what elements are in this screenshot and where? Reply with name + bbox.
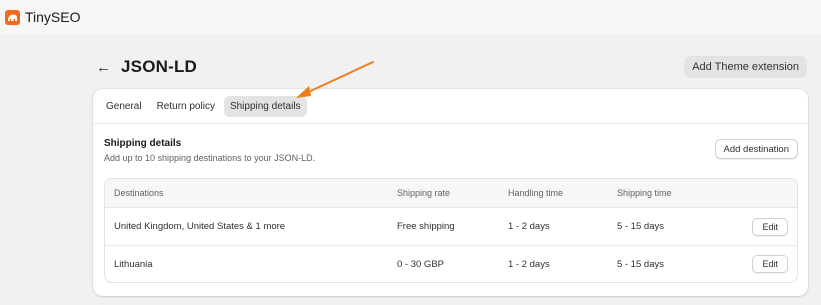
section-title: Shipping details [104, 138, 182, 149]
header-shipping-rate: Shipping rate [397, 188, 451, 198]
destination-cell: United Kingdom, United States & 1 more [114, 221, 286, 232]
tab-bar: General Return policy Shipping details [93, 89, 808, 124]
destinations-table: Destinations Shipping rate Handling time… [104, 178, 798, 283]
shipping-rate-cell: Free shipping [397, 221, 455, 232]
page-title: JSON-LD [121, 57, 198, 76]
tab-return-policy[interactable]: Return policy [151, 96, 221, 117]
arrow-left-icon[interactable]: ← [96, 60, 111, 75]
shipping-time-cell: 5 - 15 days [617, 258, 664, 270]
destination-cell: Lithuania [114, 258, 153, 270]
table-header-row: Destinations Shipping rate Handling time… [105, 179, 797, 208]
page-header: ← JSON-LD Add Theme extension [96, 56, 807, 78]
tinyseo-logo-icon [5, 9, 20, 25]
shipping-time-cell: 5 - 15 days [617, 221, 664, 232]
table-row: Lithuania 0 - 30 GBP 1 - 2 days 5 - 15 d… [105, 245, 797, 282]
tab-general[interactable]: General [100, 96, 148, 117]
edit-button[interactable]: Edit [752, 217, 788, 236]
header-shipping-time: Shipping time [617, 188, 672, 198]
handling-time-cell: 1 - 2 days [508, 221, 550, 232]
edit-button[interactable]: Edit [752, 255, 788, 273]
section-subtitle: Add up to 10 shipping destinations to yo… [104, 153, 316, 163]
app-name: TinySEO [25, 9, 81, 25]
shipping-details-section: Shipping details Add up to 10 shipping d… [93, 124, 808, 163]
header-handling-time: Handling time [508, 188, 564, 198]
app-topbar: TinySEO [0, 0, 821, 34]
tab-shipping-details[interactable]: Shipping details [223, 95, 307, 117]
header-destinations: Destinations [114, 188, 164, 198]
handling-time-cell: 1 - 2 days [508, 258, 550, 270]
add-destination-button[interactable]: Add destination [714, 139, 798, 159]
add-theme-extension-button[interactable]: Add Theme extension [684, 56, 807, 78]
table-row: United Kingdom, United States & 1 more F… [105, 208, 797, 245]
shipping-rate-cell: 0 - 30 GBP [397, 258, 444, 270]
json-ld-card: General Return policy Shipping details S… [93, 89, 808, 296]
